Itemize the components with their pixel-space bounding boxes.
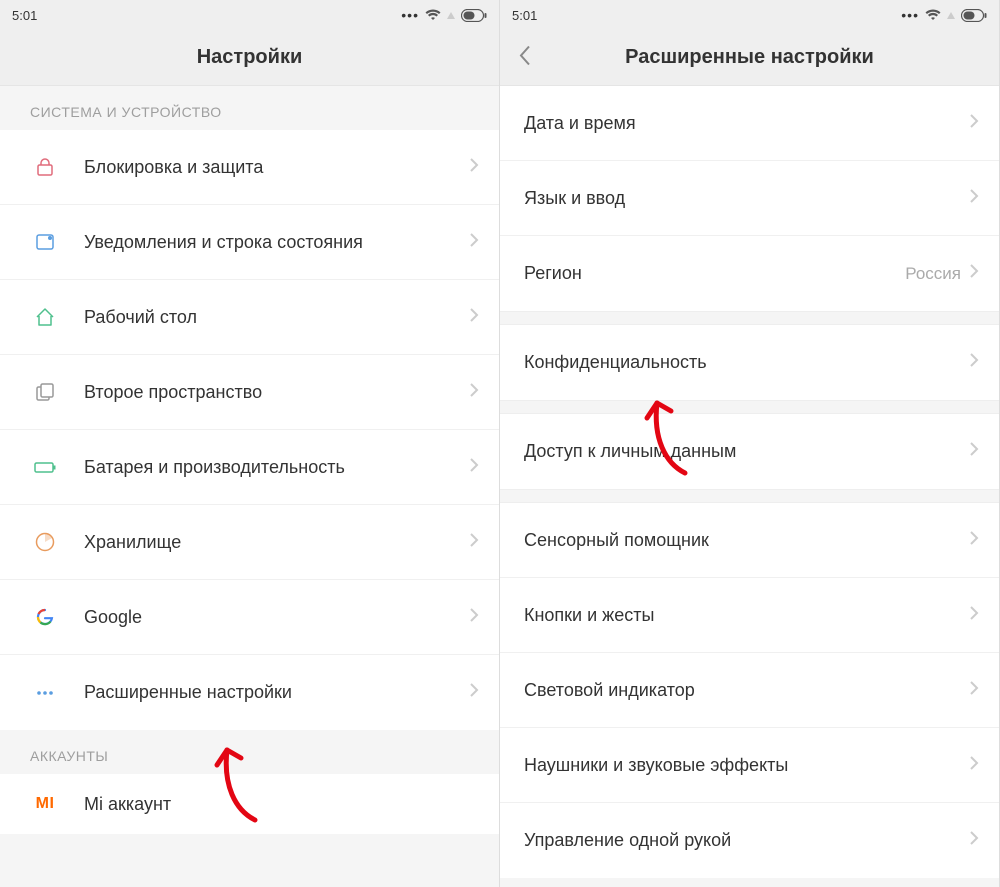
item-label: Конфиденциальность xyxy=(524,350,969,374)
item-google[interactable]: Google xyxy=(0,580,499,655)
item-label: Наушники и звуковые эффекты xyxy=(524,753,969,777)
header: Расширенные настройки xyxy=(500,30,999,86)
chevron-right-icon xyxy=(969,113,979,134)
item-buttons-gestures[interactable]: Кнопки и жесты xyxy=(500,578,999,653)
item-advanced-settings[interactable]: Расширенные настройки xyxy=(0,655,499,730)
chevron-right-icon xyxy=(469,157,479,178)
item-battery[interactable]: Батарея и производительность xyxy=(0,430,499,505)
chevron-right-icon xyxy=(469,307,479,328)
page-title: Настройки xyxy=(197,46,303,69)
item-label: Сенсорный помощник xyxy=(524,528,969,552)
item-value: Россия xyxy=(905,264,961,284)
item-language-input[interactable]: Язык и ввод xyxy=(500,161,999,236)
signal-icon xyxy=(447,12,455,19)
home-icon xyxy=(30,306,60,328)
item-label: Дата и время xyxy=(524,111,969,135)
item-label: Управление одной рукой xyxy=(524,828,969,852)
section-header-system: СИСТЕМА И УСТРОЙСТВО xyxy=(0,86,499,130)
status-bar: 5:01 ••• xyxy=(0,0,499,30)
notify-icon xyxy=(30,231,60,253)
section-header-accounts: АККАУНТЫ xyxy=(0,730,499,774)
item-mi-account[interactable]: MI Mi аккаунт xyxy=(0,774,499,834)
status-time: 5:01 xyxy=(12,8,37,23)
item-label: Регион xyxy=(524,261,905,285)
item-storage[interactable]: Хранилище xyxy=(0,505,499,580)
item-label: Уведомления и строка состояния xyxy=(84,230,469,254)
chevron-right-icon xyxy=(469,232,479,253)
status-bar: 5:01 ••• xyxy=(500,0,999,30)
item-label: Расширенные настройки xyxy=(84,680,469,704)
chevron-right-icon xyxy=(469,457,479,478)
battery-icon xyxy=(961,9,987,22)
lock-icon xyxy=(30,156,60,178)
item-label: Рабочий стол xyxy=(84,305,469,329)
google-icon xyxy=(30,606,60,628)
chevron-right-icon xyxy=(469,682,479,703)
settings-list[interactable]: СИСТЕМА И УСТРОЙСТВО Блокировка и защита… xyxy=(0,86,499,887)
battery-icon xyxy=(461,9,487,22)
advanced-settings-list[interactable]: Дата и время Язык и ввод Регион Россия К… xyxy=(500,86,999,887)
more-status-icon: ••• xyxy=(401,7,419,23)
item-label: Mi аккаунт xyxy=(84,792,479,816)
item-label: Кнопки и жесты xyxy=(524,603,969,627)
item-one-hand-mode[interactable]: Управление одной рукой xyxy=(500,803,999,878)
chevron-right-icon xyxy=(969,352,979,373)
chevron-right-icon xyxy=(969,680,979,701)
signal-icon xyxy=(947,12,955,19)
wifi-icon xyxy=(425,9,441,21)
item-label: Световой индикатор xyxy=(524,678,969,702)
storage-icon xyxy=(30,531,60,553)
item-label: Блокировка и защита xyxy=(84,155,469,179)
chevron-right-icon xyxy=(969,755,979,776)
chevron-right-icon xyxy=(969,605,979,626)
chevron-right-icon xyxy=(969,830,979,851)
item-led-indicator[interactable]: Световой индикатор xyxy=(500,653,999,728)
chevron-right-icon xyxy=(969,263,979,284)
mi-icon: MI xyxy=(30,795,60,813)
advanced-settings-screen: 5:01 ••• Расширенные настройки Дата и вр… xyxy=(500,0,1000,887)
battery-perf-icon xyxy=(30,456,60,478)
chevron-right-icon xyxy=(969,441,979,462)
more-icon xyxy=(30,682,60,704)
item-region[interactable]: Регион Россия xyxy=(500,236,999,311)
chevron-right-icon xyxy=(469,532,479,553)
item-privacy[interactable]: Конфиденциальность xyxy=(500,325,999,400)
item-label: Google xyxy=(84,605,469,629)
item-lock[interactable]: Блокировка и защита xyxy=(0,130,499,205)
item-notifications[interactable]: Уведомления и строка состояния xyxy=(0,205,499,280)
item-home-screen[interactable]: Рабочий стол xyxy=(0,280,499,355)
chevron-right-icon xyxy=(469,382,479,403)
chevron-right-icon xyxy=(969,188,979,209)
second-space-icon xyxy=(30,381,60,403)
page-title: Расширенные настройки xyxy=(625,46,874,69)
item-touch-assistant[interactable]: Сенсорный помощник xyxy=(500,503,999,578)
item-date-time[interactable]: Дата и время xyxy=(500,86,999,161)
chevron-right-icon xyxy=(469,607,479,628)
back-button[interactable] xyxy=(518,44,532,71)
settings-screen: 5:01 ••• Настройки СИСТЕМА И УСТРОЙСТВО … xyxy=(0,0,500,887)
item-second-space[interactable]: Второе пространство xyxy=(0,355,499,430)
wifi-icon xyxy=(925,9,941,21)
item-label: Хранилище xyxy=(84,530,469,554)
more-status-icon: ••• xyxy=(901,7,919,23)
chevron-right-icon xyxy=(969,530,979,551)
item-label: Второе пространство xyxy=(84,380,469,404)
item-label: Язык и ввод xyxy=(524,186,969,210)
item-label: Батарея и производительность xyxy=(84,455,469,479)
item-personal-data-access[interactable]: Доступ к личным данным xyxy=(500,414,999,489)
item-label: Доступ к личным данным xyxy=(524,439,969,463)
status-time: 5:01 xyxy=(512,8,537,23)
header: Настройки xyxy=(0,30,499,86)
item-headphones-audio[interactable]: Наушники и звуковые эффекты xyxy=(500,728,999,803)
